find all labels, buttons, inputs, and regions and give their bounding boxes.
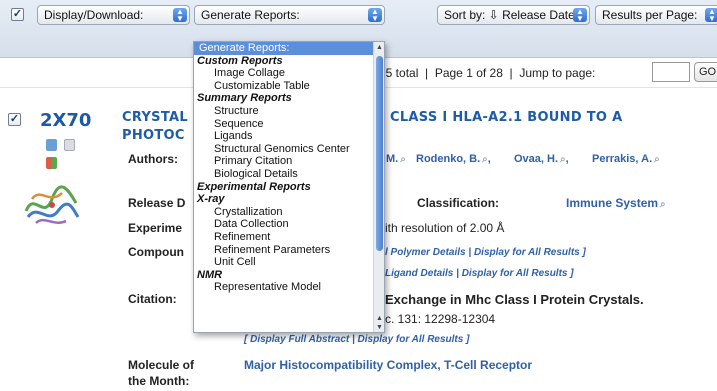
page: ✓ Display/Download: ▲ ▼ Generate Reports:… (0, 0, 717, 391)
title-fragment[interactable]: CLASS I HLA-A2.1 BOUND TO A (390, 110, 622, 125)
sort-by-select[interactable]: Sort by: ⇩ Release Date ▲ ▼ (437, 5, 590, 25)
citation-journal: c. 131: 12298-12304 (385, 312, 496, 326)
dropdown-options: Generate Reports: Custom Reports Image Col… (194, 42, 374, 332)
dropdown-option[interactable]: Crystallization (194, 206, 374, 219)
citation-label: Citation: (128, 292, 177, 306)
dropdown-option[interactable]: Sequence (194, 118, 374, 131)
select-arrows-icon: ▲ ▼ (573, 8, 587, 23)
scroll-up-icon[interactable]: ▲ (375, 43, 384, 52)
author-link[interactable]: Rodenko, B. ⌕, (416, 153, 491, 165)
jump-page-input[interactable] (652, 62, 690, 82)
motm-label: the Month: (128, 374, 190, 388)
title-fragment[interactable]: CRYSTAL (122, 110, 188, 125)
jump-label: Jump to page: (519, 66, 596, 80)
dropdown-option[interactable]: Representative Model (194, 281, 374, 294)
title-fragment[interactable]: PHOTOC (122, 128, 185, 143)
citation-title: Exchange in Mhc Class I Protein Crystals… (385, 292, 644, 307)
dropdown-option[interactable]: Refinement Parameters (194, 244, 374, 257)
result-checkbox[interactable]: ✓ (8, 113, 21, 126)
motm-label: Molecule of (128, 358, 195, 372)
document-icon[interactable] (64, 139, 76, 151)
abstract-links[interactable]: [ Display Full Abstract | Display for Al… (244, 334, 469, 345)
dropdown-option[interactable]: Structure (194, 105, 374, 118)
scroll-down-icon[interactable]: ▼ (375, 323, 384, 332)
search-icon: ⌕ (482, 154, 488, 165)
generate-reports-label: Generate Reports: (201, 8, 300, 22)
classification-label: Classification: (417, 196, 500, 210)
protein-structure-thumbnail[interactable] (22, 181, 80, 229)
search-icon: ⌕ (660, 199, 666, 210)
dropdown-scrollbar[interactable]: ▲ ▲ ▼ (373, 42, 384, 332)
dropdown-option[interactable]: Ligands (194, 130, 374, 143)
select-all-checkbox[interactable]: ✓ (11, 8, 24, 21)
pagination-text: 95 total | Page 1 of 28 | Jump to page: (379, 66, 596, 80)
page-indicator: Page 1 of 28 (434, 66, 503, 80)
experiment-label: Experime (128, 221, 183, 235)
generate-reports-select[interactable]: Generate Reports: ▲ ▼ (194, 5, 385, 25)
classification-link[interactable]: Immune System ⌕ (566, 196, 666, 210)
dropdown-option[interactable]: Unit Cell (194, 256, 374, 269)
select-arrows-icon: ▲ ▼ (368, 8, 382, 23)
search-icon: ⌕ (654, 154, 660, 165)
dropdown-option[interactable]: Data Collection (194, 218, 374, 231)
display-download-label: Display/Download: (44, 8, 144, 22)
dropdown-group-header: Summary Reports (197, 92, 292, 105)
go-button[interactable]: GO (694, 62, 717, 82)
motm-link[interactable]: Major Histocompatibility Complex, T-Cell… (244, 358, 532, 372)
dropdown-group-header: NMR (197, 268, 223, 281)
scrollbar-thumb[interactable] (376, 56, 383, 251)
dropdown-option[interactable]: Refinement (194, 231, 374, 244)
pdb-id-link[interactable]: 2X70 (40, 110, 91, 131)
dropdown-option[interactable]: Image Collage (194, 67, 374, 80)
select-arrows-icon: ▲ ▼ (173, 8, 187, 23)
dropdown-option[interactable]: Primary Citation (194, 155, 374, 168)
results-per-page-select[interactable]: Results per Page: ▲ ▼ (595, 5, 717, 25)
authors-label: Authors: (128, 152, 178, 166)
dropdown-option[interactable]: Structural Genomics Center (194, 143, 374, 156)
dropdown-option[interactable]: Biological Details (194, 168, 374, 181)
result-action-icons (46, 138, 90, 169)
compound-label: Compoun (128, 245, 184, 259)
select-arrows-icon: ▲ ▼ (705, 8, 717, 23)
search-icon: ⌕ (560, 154, 566, 165)
sort-by-label: Sort by: ⇩ Release Date (444, 8, 575, 22)
download-icon[interactable] (46, 139, 57, 151)
experiment-value: ith resolution of 2.00 Å (385, 221, 505, 235)
display-download-select[interactable]: Display/Download: ▲ ▼ (37, 5, 190, 25)
author-link[interactable]: Ovaa, H. ⌕, (514, 153, 569, 165)
search-icon: ⌕ (400, 154, 406, 165)
dropdown-group-header: Custom Reports (197, 54, 283, 67)
generate-reports-dropdown[interactable]: Generate Reports: Custom Reports Image Col… (193, 41, 385, 333)
ligand-details-links[interactable]: Ligand Details | Display for All Results… (385, 268, 574, 279)
author-link[interactable]: Perrakis, A. ⌕ (592, 153, 660, 165)
results-per-page-label: Results per Page: (602, 8, 698, 22)
release-date-label: Release D (128, 196, 186, 210)
author-link[interactable]: M. ⌕ (386, 153, 406, 165)
scroll-up-icon[interactable]: ▲ (375, 314, 384, 323)
molecule-view-icon[interactable] (46, 157, 57, 169)
dropdown-group-header: X-ray (197, 193, 225, 206)
dropdown-option[interactable]: Generate Reports: (194, 42, 374, 55)
polymer-details-links[interactable]: l Polymer Details | Display for All Resu… (385, 247, 586, 258)
dropdown-option[interactable]: Customizable Table (194, 80, 374, 93)
dropdown-group-header: Experimental Reports (197, 180, 311, 193)
